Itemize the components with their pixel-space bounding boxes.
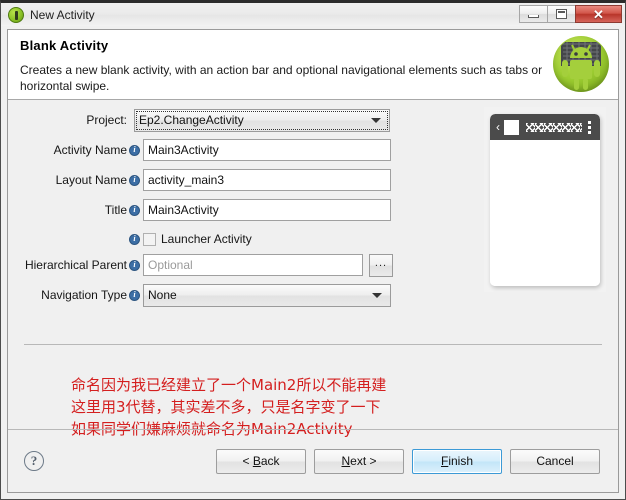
layout-name-label: Layout Name: [55, 173, 127, 187]
title-bar: New Activity ✕: [1, 3, 625, 26]
zigzag-title-icon: [526, 122, 582, 132]
layout-name-value: activity_main3: [148, 173, 225, 187]
window-controls: ✕: [519, 5, 622, 23]
info-icon[interactable]: i: [129, 204, 140, 216]
activity-name-value: Main3Activity: [148, 143, 219, 157]
hierarchical-parent-placeholder: Optional: [148, 258, 193, 272]
hierarchical-parent-input[interactable]: Optional: [143, 254, 363, 276]
back-button-label: < Back: [242, 454, 280, 468]
launcher-activity-label: Launcher Activity: [161, 232, 252, 246]
window-title: New Activity: [30, 7, 95, 22]
maximize-icon: [556, 9, 567, 19]
preview-screen-body: [490, 140, 600, 286]
dialog-header: Blank Activity Creates a new blank activ…: [8, 30, 618, 100]
phone-preview: ‹: [490, 114, 600, 286]
info-icon[interactable]: i: [129, 289, 140, 301]
activity-name-label: Activity Name: [53, 143, 127, 157]
project-value: Ep2.ChangeActivity: [139, 113, 244, 127]
info-icon[interactable]: i: [129, 233, 140, 245]
title-value: Main3Activity: [148, 203, 219, 217]
launcher-activity-checkbox[interactable]: [143, 232, 156, 246]
project-label: Project:: [86, 113, 127, 127]
cancel-button[interactable]: Cancel: [510, 448, 600, 474]
chevron-down-icon: [371, 117, 381, 123]
activity-name-input[interactable]: Main3Activity: [143, 139, 391, 161]
minimize-button[interactable]: [519, 5, 548, 23]
navigation-type-label: Navigation Type: [41, 288, 127, 302]
page-title: Blank Activity: [20, 38, 109, 53]
wizard-buttons: < Back Next > Finish Cancel: [216, 448, 600, 474]
project-combo[interactable]: Ep2.ChangeActivity: [134, 108, 390, 132]
close-icon: ✕: [593, 6, 604, 22]
title-label: Title: [104, 203, 127, 217]
title-input[interactable]: Main3Activity: [143, 199, 391, 221]
info-icon[interactable]: i: [129, 174, 140, 186]
minimize-icon: [528, 15, 539, 18]
dialog-content: Blank Activity Creates a new blank activ…: [7, 29, 619, 493]
overflow-menu-icon: [588, 120, 591, 134]
cancel-button-label: Cancel: [536, 454, 574, 468]
layout-name-input[interactable]: activity_main3: [143, 169, 391, 191]
page-description: Creates a new blank activity, with an ac…: [20, 63, 543, 93]
app-square-icon: [504, 119, 519, 135]
android-circle-icon: [8, 6, 24, 23]
preview-action-bar: ‹: [490, 114, 600, 140]
hierarchical-parent-label: Hierarchical Parent: [24, 258, 127, 272]
finish-button-label: Finish: [440, 454, 474, 468]
close-button[interactable]: ✕: [575, 5, 622, 23]
info-icon[interactable]: i: [129, 144, 140, 156]
android-robot-logo: [553, 36, 609, 92]
annotation-line-1: 命名因为我已经建立了一个Main2所以不能再建: [71, 376, 387, 394]
chevron-down-icon: [372, 292, 382, 298]
next-button[interactable]: Next >: [314, 448, 404, 474]
new-activity-dialog-window: New Activity ✕ Blank Activity Creates a …: [0, 0, 626, 500]
button-bar: ? < Back Next > Finish Cancel: [8, 430, 618, 492]
activity-preview: ‹: [484, 107, 606, 292]
back-button[interactable]: < Back: [216, 448, 306, 474]
hierarchical-parent-browse-button[interactable]: ...: [369, 253, 393, 277]
content-separator: [24, 344, 602, 345]
back-chevron-icon: ‹: [496, 120, 500, 134]
navigation-type-value: None: [148, 288, 177, 302]
navigation-type-combo[interactable]: None: [143, 283, 391, 307]
info-icon[interactable]: i: [129, 259, 140, 271]
annotation-line-2: 这里用3代替，其实差不多，只是名字变了一下: [71, 398, 381, 416]
help-icon[interactable]: ?: [24, 451, 44, 471]
next-button-label: Next >: [341, 454, 377, 468]
finish-button[interactable]: Finish: [412, 448, 502, 474]
maximize-button[interactable]: [547, 5, 576, 23]
